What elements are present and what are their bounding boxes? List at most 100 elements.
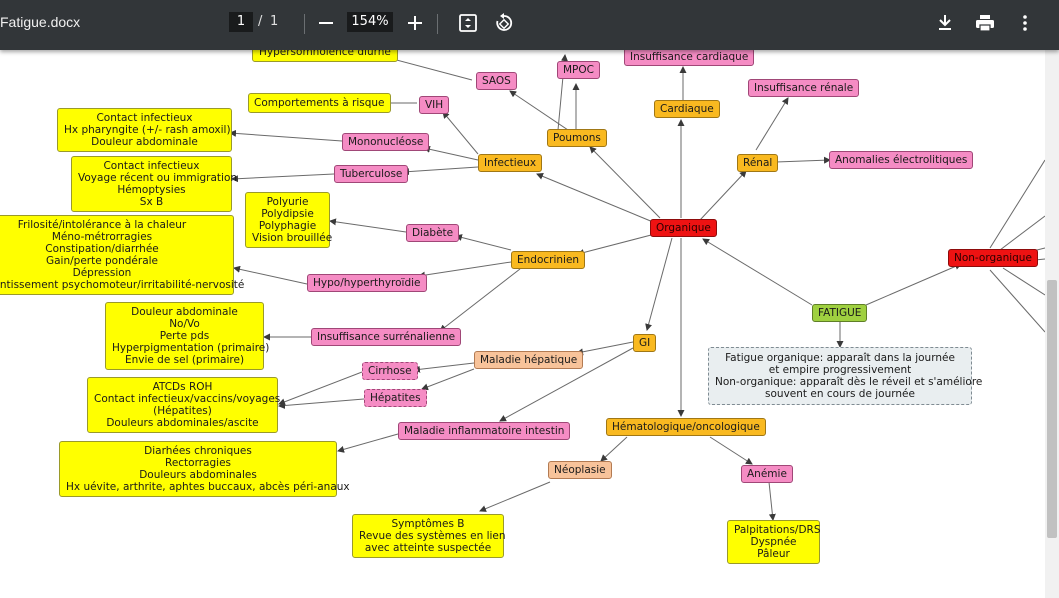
page-total: 1: [270, 14, 279, 29]
symptom-box-neoplasie: Symptômes B Revue des systèmes en lien a…: [352, 514, 506, 558]
download-button[interactable]: [932, 10, 958, 36]
node-maladie-hepatique: Maladie hépatique: [474, 351, 584, 369]
node-renal: Rénal: [737, 154, 779, 172]
symptom-line: Ralentissement psychomoteur/irritabilité…: [0, 279, 245, 291]
node-hepatites: Hépatites: [364, 389, 427, 407]
node-gi: GI: [633, 334, 657, 352]
scrollbar-thumb[interactable]: [1047, 280, 1057, 538]
note-line: Fatigue organique: apparaît dans la jour…: [725, 352, 955, 364]
symptom-box-anemie: Palpitations/DRS Dyspnée Pâleur: [727, 520, 821, 564]
node-mpoc: MPOC: [557, 61, 600, 79]
symptom-line: Contact infectieux: [96, 112, 193, 124]
node-insuffisance-renale: Insuffisance rénale: [748, 79, 860, 97]
symptom-line: Rectorragies: [165, 457, 231, 469]
note-line: et empire progressivement: [768, 364, 912, 376]
note-line: Non-organique: apparaît dès le réveil et…: [715, 376, 983, 388]
pdf-toolbar: Fatigue.docx 1 / 1 154%: [0, 0, 1059, 50]
node-non-organique: Non-organique: [948, 249, 1038, 267]
symptom-box-mii: Diarhées chroniques Rectorragies Douleur…: [59, 441, 350, 497]
symptom-line: Constipation/diarrhée: [45, 243, 159, 255]
symptom-box-surrenale: Douleur abdominale No/Vo Perte pds Hyper…: [105, 302, 270, 370]
symptom-line: Douleurs abdominales/ascite: [106, 417, 259, 429]
toolbar-divider: [304, 14, 305, 34]
symptom-box-hepatique: ATCDs ROH Contact infectieux/vaccins/voy…: [87, 377, 281, 433]
node-organique: Organique: [650, 219, 717, 237]
symptom-line: Palpitations/DRS: [734, 524, 821, 536]
symptom-line: Hx pharyngite (+/- rash amoxil): [64, 124, 231, 136]
symptom-line: Polydipsie: [261, 208, 314, 220]
document-title: Fatigue.docx: [0, 14, 81, 30]
toolbar-divider: [437, 14, 438, 34]
symptom-box-comportements: Comportements à risque: [248, 93, 391, 113]
zoom-out-icon: [319, 22, 333, 24]
symptom-line: Contact infectieux: [103, 160, 200, 172]
print-button[interactable]: [972, 10, 998, 36]
note-line: souvent en cours de journée: [765, 388, 915, 400]
symptom-line: Revue des systèmes en lien: [359, 530, 506, 542]
symptom-line: Vision brouillée: [252, 232, 333, 244]
zoom-in-icon: [408, 16, 422, 30]
node-endocrinien: Endocrinien: [511, 251, 586, 269]
zoom-out-button[interactable]: [313, 10, 339, 36]
more-vert-icon: [1023, 15, 1027, 31]
symptom-line: Voyage récent ou immigration: [78, 172, 238, 184]
symptom-box-mononucleose: Contact infectieux Hx pharyngite (+/- ra…: [57, 108, 232, 152]
symptom-line: Hypersomnolence diurne: [259, 50, 391, 58]
node-infectieux: Infectieux: [478, 154, 543, 172]
symptom-line: (Hépatites): [153, 405, 212, 417]
node-neoplasie: Néoplasie: [548, 461, 612, 479]
symptom-line: Douleur abdominale: [131, 306, 238, 318]
node-hypo-hyperthyroidie: Hypo/hyperthyroïdie: [307, 274, 427, 292]
node-insuffisance-cardiaque: Insuffisance cardiaque: [624, 50, 755, 66]
symptom-line: Gain/perte pondérale: [45, 255, 159, 267]
page-number-input[interactable]: 1: [229, 12, 253, 32]
symptom-line: Hémoptysies: [117, 184, 186, 196]
node-fatigue: FATIGUE: [812, 304, 868, 322]
more-actions-button[interactable]: [1012, 10, 1038, 36]
symptom-line: Pâleur: [757, 548, 790, 560]
node-maladie-inflammatoire-intestin: Maladie inflammatoire intestin: [398, 422, 571, 440]
node-hematologique-oncologique: Hématologique/oncologique: [606, 418, 766, 436]
download-icon: [939, 15, 951, 30]
fit-page-icon: [459, 14, 477, 32]
print-icon: [976, 15, 994, 32]
node-anomalies-electrolitiques: Anomalies électrolitiques: [829, 151, 974, 169]
symptom-line: Comportements à risque: [254, 97, 385, 109]
symptom-line: Hyperpigmentation (primaire): [112, 342, 270, 354]
symptom-line: Hx uévite, arthrite, aphtes buccaux, abc…: [66, 481, 350, 493]
node-insuffisance-surrenalienne: Insuffisance surrénalienne: [311, 328, 462, 346]
symptom-line: ATCDs ROH: [152, 381, 213, 393]
zoom-level-input[interactable]: 154%: [347, 12, 393, 32]
fit-page-button[interactable]: [455, 10, 481, 36]
node-mononucleose: Mononucléose: [342, 133, 430, 151]
node-saos: SAOS: [476, 72, 517, 90]
symptom-line: Méno-métrorragies: [51, 231, 153, 243]
rotate-button[interactable]: [491, 10, 517, 36]
symptom-line: Douleur abdominale: [91, 136, 198, 148]
node-tuberculose: Tuberculose: [334, 165, 409, 183]
node-cirrhose: Cirrhose: [362, 362, 418, 380]
node-vih: VIH: [419, 96, 450, 114]
document-viewport[interactable]: Hypersomnolence diurne SAOS MPOC Insuffi…: [0, 50, 1045, 598]
symptom-box-hypersomnolence: Hypersomnolence diurne: [252, 50, 398, 62]
node-cardiaque: Cardiaque: [654, 100, 720, 118]
symptom-line: Perte pds: [159, 330, 210, 342]
symptom-line: Polyphagie: [258, 220, 317, 232]
symptom-line: Douleurs abdominales: [139, 469, 257, 481]
symptom-line: Symptômes B: [391, 518, 465, 530]
symptom-line: Polyurie: [266, 196, 309, 208]
symptom-line: avec atteinte suspectée: [364, 542, 492, 554]
symptom-line: Dyspnée: [750, 536, 797, 548]
vertical-scrollbar[interactable]: [1045, 50, 1059, 598]
node-diabete: Diabète: [406, 224, 460, 242]
symptom-box-tuberculose: Contact infectieux Voyage récent ou immi…: [71, 156, 238, 212]
symptom-line: Diarhées chroniques: [144, 445, 252, 457]
zoom-in-button[interactable]: [402, 10, 428, 36]
symptom-line: Contact infectieux/vaccins/voyages: [94, 393, 281, 405]
node-anemie: Anémie: [741, 465, 793, 483]
symptom-box-diabete: Polyurie Polydipsie Polyphagie Vision br…: [245, 192, 333, 248]
rotate-icon: [496, 13, 513, 31]
symptom-line: Frilosité/intolérance à la chaleur: [17, 219, 187, 231]
node-poumons: Poumons: [547, 129, 607, 147]
page-separator: /: [258, 14, 263, 29]
